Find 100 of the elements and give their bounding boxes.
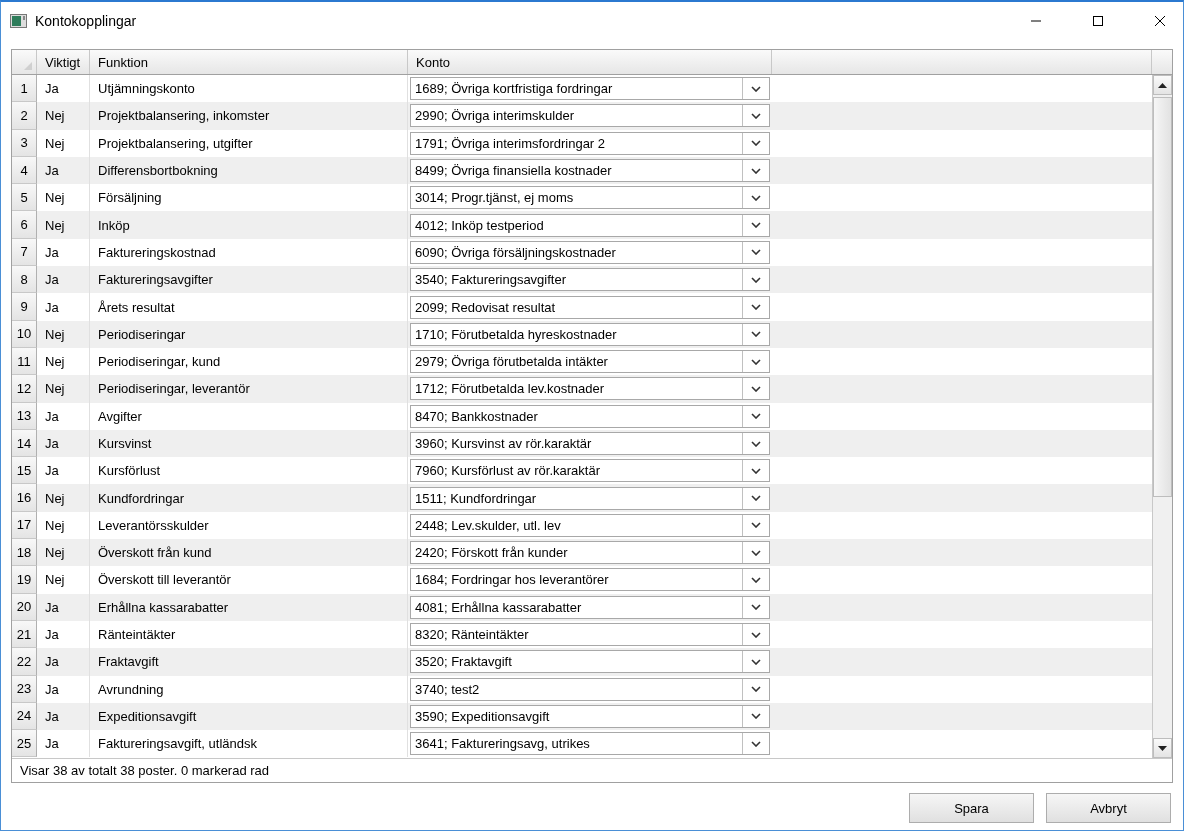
account-dropdown[interactable]: 3740; test2 bbox=[410, 677, 770, 701]
chevron-down-icon bbox=[751, 249, 761, 256]
account-dropdown[interactable]: 2448; Lev.skulder, utl. lev bbox=[410, 513, 770, 537]
account-dropdown[interactable]: 3014; Progr.tjänst, ej moms bbox=[410, 186, 770, 210]
account-dropdown[interactable]: 1791; Övriga interimsfordringar 2 bbox=[410, 131, 770, 155]
maximize-icon bbox=[1092, 15, 1104, 27]
chevron-down-icon bbox=[751, 658, 761, 665]
chevron-down-icon bbox=[751, 222, 761, 229]
row-number[interactable]: 16 bbox=[12, 484, 37, 512]
chevron-down-icon bbox=[751, 304, 761, 310]
save-button[interactable]: Spara bbox=[909, 793, 1034, 823]
row-number[interactable]: 20 bbox=[12, 593, 37, 621]
table-cell: Ja bbox=[37, 675, 90, 703]
vertical-scrollbar[interactable] bbox=[1152, 75, 1172, 758]
row-number[interactable]: 13 bbox=[12, 402, 37, 430]
account-dropdown[interactable]: 3641; Faktureringsavg, utrikes bbox=[410, 732, 770, 756]
chevron-down-icon bbox=[751, 740, 761, 747]
row-number[interactable]: 12 bbox=[12, 375, 37, 403]
down-arrow-icon[interactable] bbox=[1158, 745, 1167, 751]
row-number[interactable]: 18 bbox=[12, 539, 37, 567]
chevron-down-icon bbox=[751, 140, 761, 147]
account-dropdown[interactable]: 3520; Fraktavgift bbox=[410, 650, 770, 674]
close-icon bbox=[1154, 15, 1166, 27]
row-number[interactable]: 14 bbox=[12, 429, 37, 458]
table-cell: Avgifter bbox=[90, 402, 408, 430]
row-number[interactable]: 23 bbox=[12, 675, 37, 703]
column-header[interactable]: Funktion bbox=[90, 50, 408, 74]
account-dropdown[interactable]: 2979; Övriga förutbetalda intäkter bbox=[410, 350, 770, 374]
row-number[interactable]: 9 bbox=[12, 293, 37, 321]
account-dropdown[interactable]: 8470; Bankkostnader bbox=[410, 404, 770, 428]
table-cell: Fraktavgift bbox=[90, 648, 408, 676]
chevron-down-icon bbox=[751, 112, 761, 119]
row-number[interactable]: 2 bbox=[12, 102, 37, 130]
table-cell: Periodiseringar bbox=[90, 320, 408, 348]
account-dropdown[interactable]: 7960; Kursförlust av rör.karaktär bbox=[410, 459, 770, 483]
row-number[interactable]: 25 bbox=[12, 730, 37, 758]
chevron-down-icon bbox=[751, 549, 761, 556]
row-number[interactable]: 4 bbox=[12, 156, 37, 185]
chevron-down-icon bbox=[751, 713, 761, 720]
window-title: Kontokopplingar bbox=[35, 13, 138, 29]
row-number[interactable]: 1 bbox=[12, 75, 37, 103]
account-dropdown[interactable]: 4081; Erhållna kassarabatter bbox=[410, 595, 770, 619]
table-cell: Överskott till leverantör bbox=[90, 566, 408, 594]
account-dropdown[interactable]: 4012; Inköp testperiod bbox=[410, 213, 770, 237]
cancel-button[interactable]: Avbryt bbox=[1046, 793, 1171, 823]
column-header[interactable]: Viktigt bbox=[37, 50, 90, 74]
account-dropdown[interactable]: 8499; Övriga finansiella kostnader bbox=[410, 159, 770, 183]
chevron-down-icon bbox=[751, 194, 761, 201]
row-number[interactable]: 8 bbox=[12, 266, 37, 294]
account-dropdown[interactable]: 1710; Förutbetalda hyreskostnader bbox=[410, 322, 770, 346]
status-text: Visar 38 av totalt 38 poster. 0 markerad rad bbox=[20, 763, 270, 778]
chevron-down-icon bbox=[751, 440, 761, 447]
row-number[interactable]: 24 bbox=[12, 702, 37, 731]
chevron-down-icon bbox=[751, 276, 761, 283]
table-cell: Nej bbox=[37, 484, 90, 512]
chevron-down-icon bbox=[751, 385, 761, 392]
account-dropdown[interactable]: 3590; Expeditionsavgift bbox=[410, 704, 770, 728]
table-cell: Nej bbox=[37, 320, 90, 348]
account-dropdown[interactable]: 6090; Övriga försäljningskostnader bbox=[410, 240, 770, 264]
table-cell: Nej bbox=[37, 129, 90, 157]
up-arrow-icon[interactable] bbox=[1158, 82, 1167, 88]
chevron-down-icon bbox=[751, 495, 761, 502]
table-cell: Nej bbox=[37, 375, 90, 403]
table-cell: Kundfordringar bbox=[90, 484, 408, 512]
table-cell: Ja bbox=[37, 648, 90, 676]
row-number[interactable]: 3 bbox=[12, 129, 37, 157]
row-number[interactable]: 5 bbox=[12, 184, 37, 212]
table-cell: Avrundning bbox=[90, 675, 408, 703]
account-dropdown[interactable]: 1684; Fordringar hos leverantörer bbox=[410, 568, 770, 592]
chevron-down-icon bbox=[751, 577, 761, 583]
table-cell: Nej bbox=[37, 566, 90, 594]
row-number[interactable]: 7 bbox=[12, 238, 37, 267]
account-dropdown[interactable]: 3540; Faktureringsavgifter bbox=[410, 268, 770, 292]
row-number[interactable]: 22 bbox=[12, 648, 37, 676]
table-cell: Periodiseringar, leverantör bbox=[90, 375, 408, 403]
account-dropdown[interactable]: 2099; Redovisat resultat bbox=[410, 295, 770, 319]
account-dropdown[interactable]: 8320; Ränteintäkter bbox=[410, 623, 770, 647]
table-cell: Ja bbox=[37, 402, 90, 430]
row-number[interactable]: 10 bbox=[12, 320, 37, 348]
table-cell: Erhållna kassarabatter bbox=[90, 593, 408, 621]
corner-triangle-icon[interactable] bbox=[24, 62, 32, 70]
account-dropdown[interactable]: 1712; Förutbetalda lev.kostnader bbox=[410, 377, 770, 401]
chevron-down-icon bbox=[751, 522, 761, 529]
window-app-icon bbox=[10, 14, 27, 28]
table-cell: Nej bbox=[37, 211, 90, 239]
row-number[interactable]: 19 bbox=[12, 566, 37, 594]
account-dropdown[interactable]: 3960; Kursvinst av rör.karaktär bbox=[410, 432, 770, 455]
row-number[interactable]: 6 bbox=[12, 211, 37, 239]
column-header[interactable]: Konto bbox=[408, 50, 772, 74]
row-number[interactable]: 11 bbox=[12, 347, 37, 376]
account-dropdown[interactable]: 2420; Förskott från kunder bbox=[410, 541, 770, 565]
row-number[interactable]: 15 bbox=[12, 457, 37, 485]
chevron-down-icon bbox=[751, 85, 761, 92]
row-number[interactable]: 17 bbox=[12, 511, 37, 540]
table-cell: Projektbalansering, utgifter bbox=[90, 129, 408, 157]
row-number[interactable]: 21 bbox=[12, 620, 37, 649]
account-dropdown[interactable]: 1689; Övriga kortfristiga fordringar bbox=[410, 77, 770, 101]
account-dropdown[interactable]: 2990; Övriga interimskulder bbox=[410, 104, 770, 128]
table-cell: Årets resultat bbox=[90, 293, 408, 321]
account-dropdown[interactable]: 1511; Kundfordringar bbox=[410, 486, 770, 510]
